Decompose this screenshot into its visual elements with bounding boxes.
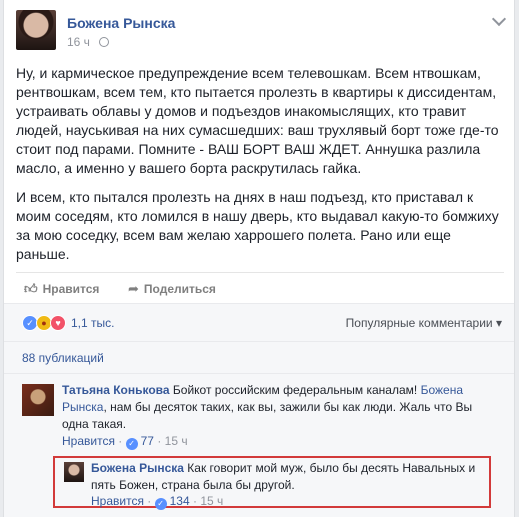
shares-bar: 88 публикаций [4, 341, 514, 373]
comments-area: Татьяна Конькова Бойкот российским федер… [4, 373, 514, 517]
thumbs-up-icon: 👍︎ [24, 281, 38, 296]
comment-sort-label: Популярные комментарии [345, 316, 493, 330]
like-badge-icon: ✓ [125, 438, 138, 450]
reply-like-count[interactable]: 134 [170, 494, 190, 508]
post-text: Ну, и кармическое предупреждение всем те… [16, 64, 504, 274]
comment-text-end: , нам бы десяток таких, как вы, зажили б… [62, 400, 473, 431]
comment-sort-dropdown[interactable]: Популярные комментарии ▾ [346, 316, 502, 330]
globe-icon [99, 37, 110, 47]
post-header: Божена Рынска 16 ч [16, 10, 507, 52]
comment-body: Татьяна Конькова Бойкот российским федер… [62, 382, 498, 433]
reply-like-link[interactable]: Нравится [91, 494, 144, 508]
reply-body: Божена Рынска Как говорит мой муж, было … [91, 460, 487, 494]
post-time[interactable]: 16 ч [67, 35, 90, 49]
comment-footer: Нравится · ✓ 77 · 15 ч [62, 434, 188, 450]
reply-time[interactable]: 15 ч [200, 494, 223, 508]
love-reaction-icon[interactable]: ♥ [50, 315, 66, 331]
highlighted-reply: Божена Рынска Как говорит мой муж, было … [53, 456, 491, 510]
author-name[interactable]: Божена Рынска [67, 15, 175, 31]
reply-footer: Нравится · ✓ 134 · 15 ч [91, 494, 224, 510]
post-paragraph: И всем, кто пытался пролезть на днях в н… [16, 189, 499, 262]
reactions-bar: ✓ ● ♥ 1,1 тыс. Популярные комментарии ▾ [4, 303, 514, 341]
comment-text-start: Бойкот российским федеральным каналам! [172, 383, 418, 397]
caret-down-icon: ▾ [495, 316, 502, 330]
like-button[interactable]: 👍︎ Нравится [24, 281, 99, 297]
share-icon: ➦ [128, 281, 139, 296]
share-label: Поделиться [143, 282, 216, 296]
post-meta: 16 ч [67, 35, 110, 49]
comment-time[interactable]: 15 ч [165, 434, 188, 448]
comment-like-link[interactable]: Нравится [62, 434, 115, 448]
like-label: Нравится [42, 282, 100, 296]
reply-author-name[interactable]: Божена Рынска [91, 461, 184, 475]
like-badge-icon: ✓ [154, 498, 167, 510]
post-actions: 👍︎ Нравится ➦ Поделиться [16, 272, 504, 300]
author-avatar[interactable] [16, 10, 56, 50]
commenter-name[interactable]: Татьяна Конькова [62, 383, 170, 397]
commenter-avatar[interactable] [22, 384, 54, 416]
chevron-down-icon[interactable] [491, 11, 507, 27]
reply-author-avatar[interactable] [64, 462, 84, 482]
comment-like-count[interactable]: 77 [141, 434, 154, 448]
post-card: Божена Рынска 16 ч Ну, и кармическое пре… [3, 0, 515, 517]
share-button[interactable]: ➦ Поделиться [128, 281, 216, 297]
post-paragraph: Ну, и кармическое предупреждение всем те… [16, 65, 499, 176]
share-count[interactable]: 88 публикаций [22, 351, 104, 365]
reaction-count[interactable]: 1,1 тыс. [71, 316, 114, 330]
